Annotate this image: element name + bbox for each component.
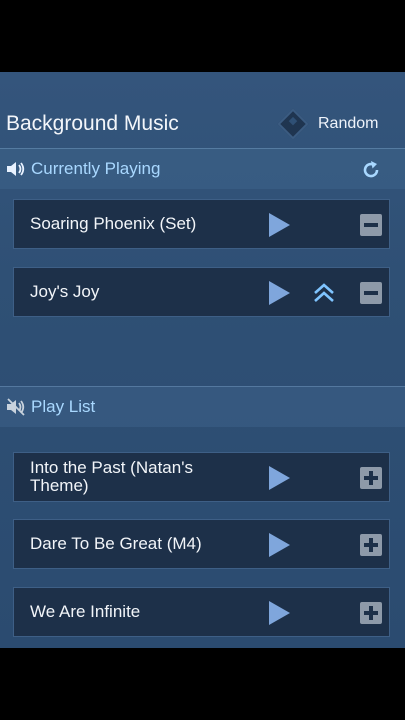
- add-button[interactable]: [360, 467, 382, 489]
- random-button[interactable]: Random: [277, 108, 379, 140]
- track-name: Dare To Be Great (M4): [30, 534, 202, 553]
- play-icon[interactable]: [266, 600, 292, 626]
- play-list-label: Play List: [31, 397, 96, 416]
- track-name: Joy's Joy: [30, 282, 100, 301]
- add-button[interactable]: [360, 534, 382, 556]
- play-icon[interactable]: [266, 465, 292, 491]
- add-button[interactable]: [360, 602, 382, 624]
- playlist-track-item: Into the Past (Natan's Theme): [13, 452, 390, 502]
- current-track-item: Soaring Phoenix (Set): [13, 199, 390, 249]
- speaker-icon: [7, 162, 25, 176]
- random-label: Random: [318, 115, 379, 132]
- random-toggle-icon: [277, 108, 309, 140]
- move-up-icon[interactable]: [311, 280, 337, 306]
- currently-playing-label: Currently Playing: [31, 159, 161, 178]
- speaker-muted-icon: [7, 398, 25, 416]
- currently-playing-header: Currently Playing: [0, 148, 405, 189]
- remove-button[interactable]: [360, 214, 382, 236]
- remove-button[interactable]: [360, 282, 382, 304]
- current-track-item: Joy's Joy: [13, 267, 390, 317]
- playlist-track-item: We Are Infinite: [13, 587, 390, 637]
- play-icon[interactable]: [266, 532, 292, 558]
- header: Background Music Random: [0, 102, 405, 146]
- play-icon[interactable]: [266, 212, 292, 238]
- play-list-header: Play List: [0, 386, 405, 427]
- page-title: Background Music: [6, 112, 179, 135]
- track-name: Soaring Phoenix (Set): [30, 214, 197, 233]
- track-name: We Are Infinite: [30, 602, 141, 621]
- track-name: Into the Past (Natan's Theme): [30, 458, 193, 495]
- play-icon[interactable]: [266, 280, 292, 306]
- refresh-icon[interactable]: [360, 159, 382, 181]
- music-settings-panel: Background Music Random Currently Playin…: [0, 72, 405, 648]
- playlist-track-item: Dare To Be Great (M4): [13, 519, 390, 569]
